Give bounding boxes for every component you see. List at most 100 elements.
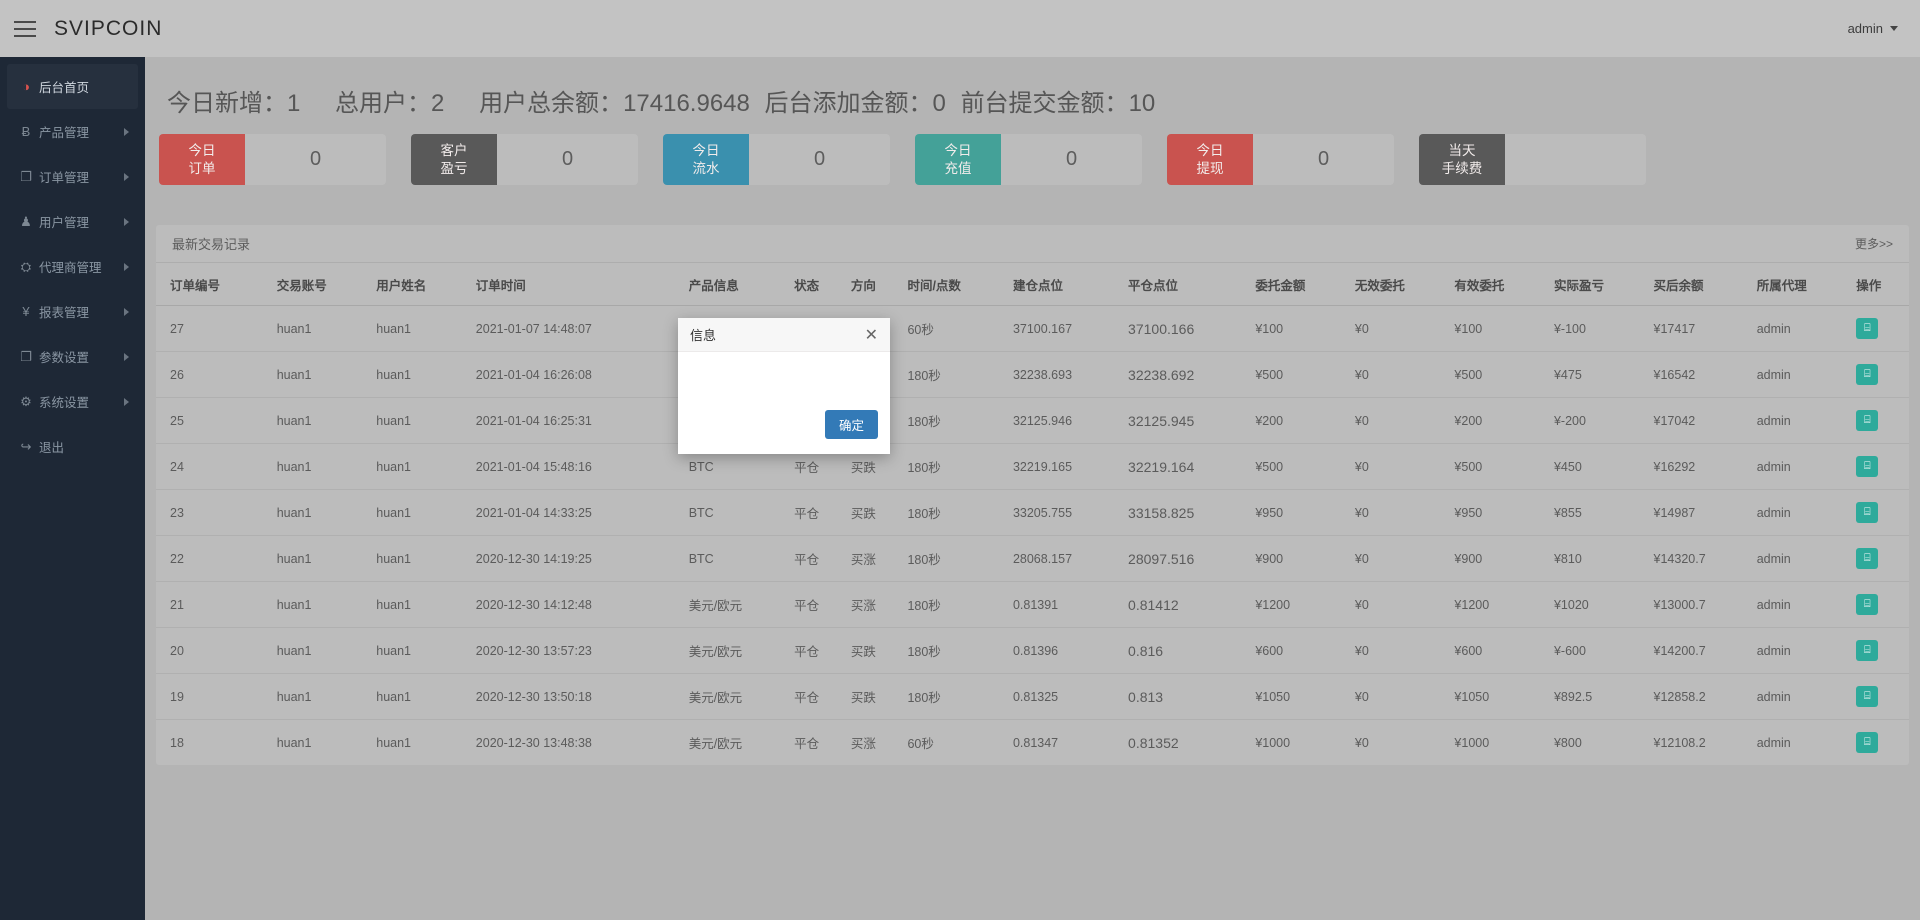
list-alt-icon[interactable]: ⌸	[1856, 640, 1878, 661]
agent: admin	[1753, 582, 1853, 628]
table-row: 21huan1huan12020-12-30 14:12:48美元/欧元平仓买涨…	[156, 582, 1909, 628]
sidebar-item-7[interactable]: ⚙系统设置	[7, 379, 138, 424]
user-menu[interactable]: admin	[1848, 21, 1898, 36]
trade-account: huan1	[273, 444, 373, 490]
row-actions: ⌸	[1852, 536, 1909, 582]
sidebar-item-8[interactable]: ↪退出	[7, 424, 138, 469]
open-price: 32238.693	[1009, 352, 1124, 398]
stat-tile-5[interactable]: 当天手续费	[1419, 134, 1646, 185]
list-alt-icon[interactable]: ⌸	[1856, 410, 1878, 431]
brand-title: SVIPCOIN	[54, 17, 162, 41]
product-info: BTC	[685, 536, 790, 582]
trade-account: huan1	[273, 352, 373, 398]
open-price: 0.81391	[1009, 582, 1124, 628]
trade-account: huan1	[273, 720, 373, 766]
stat-tile-1[interactable]: 客户盈亏0	[411, 134, 638, 185]
invalid-order: ¥0	[1351, 536, 1451, 582]
sidebar-item-1[interactable]: Ƀ产品管理	[7, 109, 138, 154]
order-id: 18	[156, 720, 273, 766]
column-header-8: 建仓点位	[1009, 263, 1124, 306]
stat-tile-label: 今日充值	[915, 134, 1001, 185]
stat-tile-value	[1505, 134, 1646, 185]
stat-tile-label-line1: 今日	[1197, 142, 1224, 160]
table-row: 26huan1huan12021-01-04 16:26:08BTC平仓买跌18…	[156, 352, 1909, 398]
close-price: 0.81352	[1124, 720, 1251, 766]
sidebar-item-5[interactable]: ¥报表管理	[7, 289, 138, 334]
stat-tile-0[interactable]: 今日订单0	[159, 134, 386, 185]
actual-pnl: ¥1020	[1550, 582, 1650, 628]
trade-account: huan1	[273, 306, 373, 352]
confirm-button[interactable]: 确定	[825, 410, 878, 439]
table-row: 22huan1huan12020-12-30 14:19:25BTC平仓买涨18…	[156, 536, 1909, 582]
table-row: 18huan1huan12020-12-30 13:48:38美元/欧元平仓买涨…	[156, 720, 1909, 766]
column-header-14: 买后余额	[1650, 263, 1753, 306]
actual-pnl: ¥-100	[1550, 306, 1650, 352]
stat-tile-label: 今日提现	[1167, 134, 1253, 185]
stat-tile-2[interactable]: 今日流水0	[663, 134, 890, 185]
list-alt-icon[interactable]: ⌸	[1856, 364, 1878, 385]
close-icon[interactable]: ✕	[865, 327, 878, 343]
list-alt-icon[interactable]: ⌸	[1856, 732, 1878, 753]
period-points: 180秒	[903, 444, 1008, 490]
balance-after: ¥14320.7	[1650, 536, 1753, 582]
top-navbar: SVIPCOIN admin	[0, 0, 1920, 57]
list-alt-icon[interactable]: ⌸	[1856, 594, 1878, 615]
order-time: 2021-01-04 15:48:16	[472, 444, 685, 490]
order-id: 22	[156, 536, 273, 582]
agent: admin	[1753, 490, 1853, 536]
list-alt-icon[interactable]: ⌸	[1856, 502, 1878, 523]
summary-backend-added: 后台添加金额：0	[765, 90, 946, 117]
hamburger-icon[interactable]	[14, 21, 36, 37]
order-time: 2021-01-04 16:25:31	[472, 398, 685, 444]
sidebar-item-label: 后台首页	[39, 77, 138, 96]
trade-account: huan1	[273, 674, 373, 720]
more-link[interactable]: 更多>>	[1855, 235, 1893, 252]
balance-after: ¥16292	[1650, 444, 1753, 490]
table-row: 20huan1huan12020-12-30 13:57:23美元/欧元平仓买跌…	[156, 628, 1909, 674]
order-time: 2020-12-30 13:48:38	[472, 720, 685, 766]
sidebar-item-4[interactable]: ⛭代理商管理	[7, 244, 138, 289]
open-price: 0.81325	[1009, 674, 1124, 720]
status: 平仓	[790, 720, 847, 766]
agent: admin	[1753, 306, 1853, 352]
card-header: 最新交易记录 更多>>	[156, 225, 1909, 263]
stat-tile-label-line2: 盈亏	[441, 160, 468, 178]
order-time: 2020-12-30 13:57:23	[472, 628, 685, 674]
product-info: 美元/欧元	[685, 674, 790, 720]
user-name: huan1	[372, 352, 472, 398]
stat-tile-4[interactable]: 今日提现0	[1167, 134, 1394, 185]
list-alt-icon[interactable]: ⌸	[1856, 318, 1878, 339]
info-modal: 信息 ✕ 确定	[678, 318, 890, 454]
status: 平仓	[790, 536, 847, 582]
list-alt-icon[interactable]: ⌸	[1856, 686, 1878, 707]
copy-icon: ❐	[13, 170, 39, 183]
order-amount: ¥500	[1251, 444, 1351, 490]
stat-tiles: 今日订单0客户盈亏0今日流水0今日充值0今日提现0当天手续费	[159, 134, 1920, 185]
stat-tile-label-line1: 当天	[1449, 142, 1476, 160]
balance-after: ¥12858.2	[1650, 674, 1753, 720]
row-actions: ⌸	[1852, 352, 1909, 398]
order-amount: ¥100	[1251, 306, 1351, 352]
valid-order: ¥950	[1450, 490, 1550, 536]
agent: admin	[1753, 398, 1853, 444]
dashboard-icon: ◑	[13, 80, 39, 93]
user-name: huan1	[372, 582, 472, 628]
column-header-7: 时间/点数	[903, 263, 1008, 306]
close-price: 32238.692	[1124, 352, 1251, 398]
chevron-right-icon	[124, 218, 129, 226]
list-alt-icon[interactable]: ⌸	[1856, 456, 1878, 477]
order-id: 26	[156, 352, 273, 398]
agent: admin	[1753, 352, 1853, 398]
stat-tile-label-line1: 今日	[693, 142, 720, 160]
stat-tile-value: 0	[749, 134, 890, 185]
sidebar-item-6[interactable]: ❐参数设置	[7, 334, 138, 379]
list-alt-icon[interactable]: ⌸	[1856, 548, 1878, 569]
sidebar-item-3[interactable]: ♟用户管理	[7, 199, 138, 244]
sidebar-item-2[interactable]: ❐订单管理	[7, 154, 138, 199]
stat-tile-3[interactable]: 今日充值0	[915, 134, 1142, 185]
sidebar-item-0[interactable]: ◑后台首页	[7, 64, 138, 109]
summary-frontend-submitted: 前台提交金额：10	[961, 90, 1156, 117]
sidebar-item-label: 参数设置	[39, 347, 124, 366]
order-id: 25	[156, 398, 273, 444]
modal-title: 信息	[690, 325, 716, 344]
